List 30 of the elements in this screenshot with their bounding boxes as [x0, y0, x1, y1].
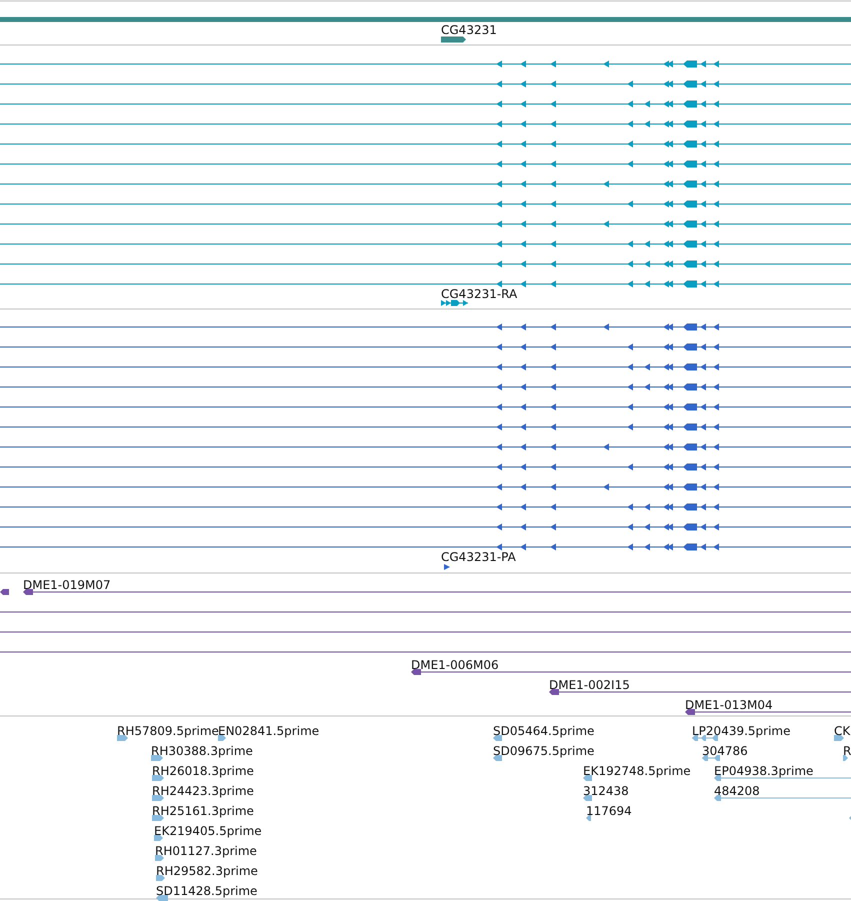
feature-arrow	[441, 36, 466, 42]
feature-label: RH01127.3prime	[155, 844, 257, 858]
feature-label: SD11428.5prime	[156, 884, 258, 898]
feature-label: RH26018.3prime	[152, 764, 254, 778]
feature-label: 117694	[586, 804, 632, 818]
feature-label: LP20439.5prime	[692, 724, 791, 738]
feature-label: EK192748.5prime	[583, 764, 691, 778]
feature-label: SD09675.5prime	[493, 744, 594, 758]
feature-label: RH30388.3prime	[151, 744, 253, 758]
feature-label: SD05464.5prime	[493, 724, 594, 738]
feature-label: DME1-006M06	[411, 658, 499, 672]
feature-label: RH29582.3prime	[156, 864, 258, 878]
feature-label: 312438	[583, 784, 629, 798]
feature-label: RH57809.5prime	[117, 724, 219, 738]
feature-label: 304786	[702, 744, 748, 758]
feature-label: CG43231-PA	[441, 550, 516, 564]
feature-label: DME1-013M04	[685, 698, 773, 712]
feature-label: R	[843, 744, 851, 758]
feature-label: RH25161.3prime	[152, 804, 254, 818]
feature-label: EN02841.5prime	[218, 724, 320, 738]
feature-label: EP04938.3prime	[714, 764, 814, 778]
feature-label: DME1-002I15	[549, 678, 630, 692]
feature-label: CG43231-RA	[441, 287, 518, 301]
feature-arrow	[444, 564, 450, 570]
feature-label: 484208	[714, 784, 760, 798]
feature-label: RH24423.3prime	[152, 784, 254, 798]
feature-label: EK219405.5prime	[154, 824, 262, 838]
feature-label: DME1-019M07	[23, 578, 111, 592]
feature-label: CK	[834, 724, 850, 738]
feature-label: CG43231	[441, 23, 497, 37]
